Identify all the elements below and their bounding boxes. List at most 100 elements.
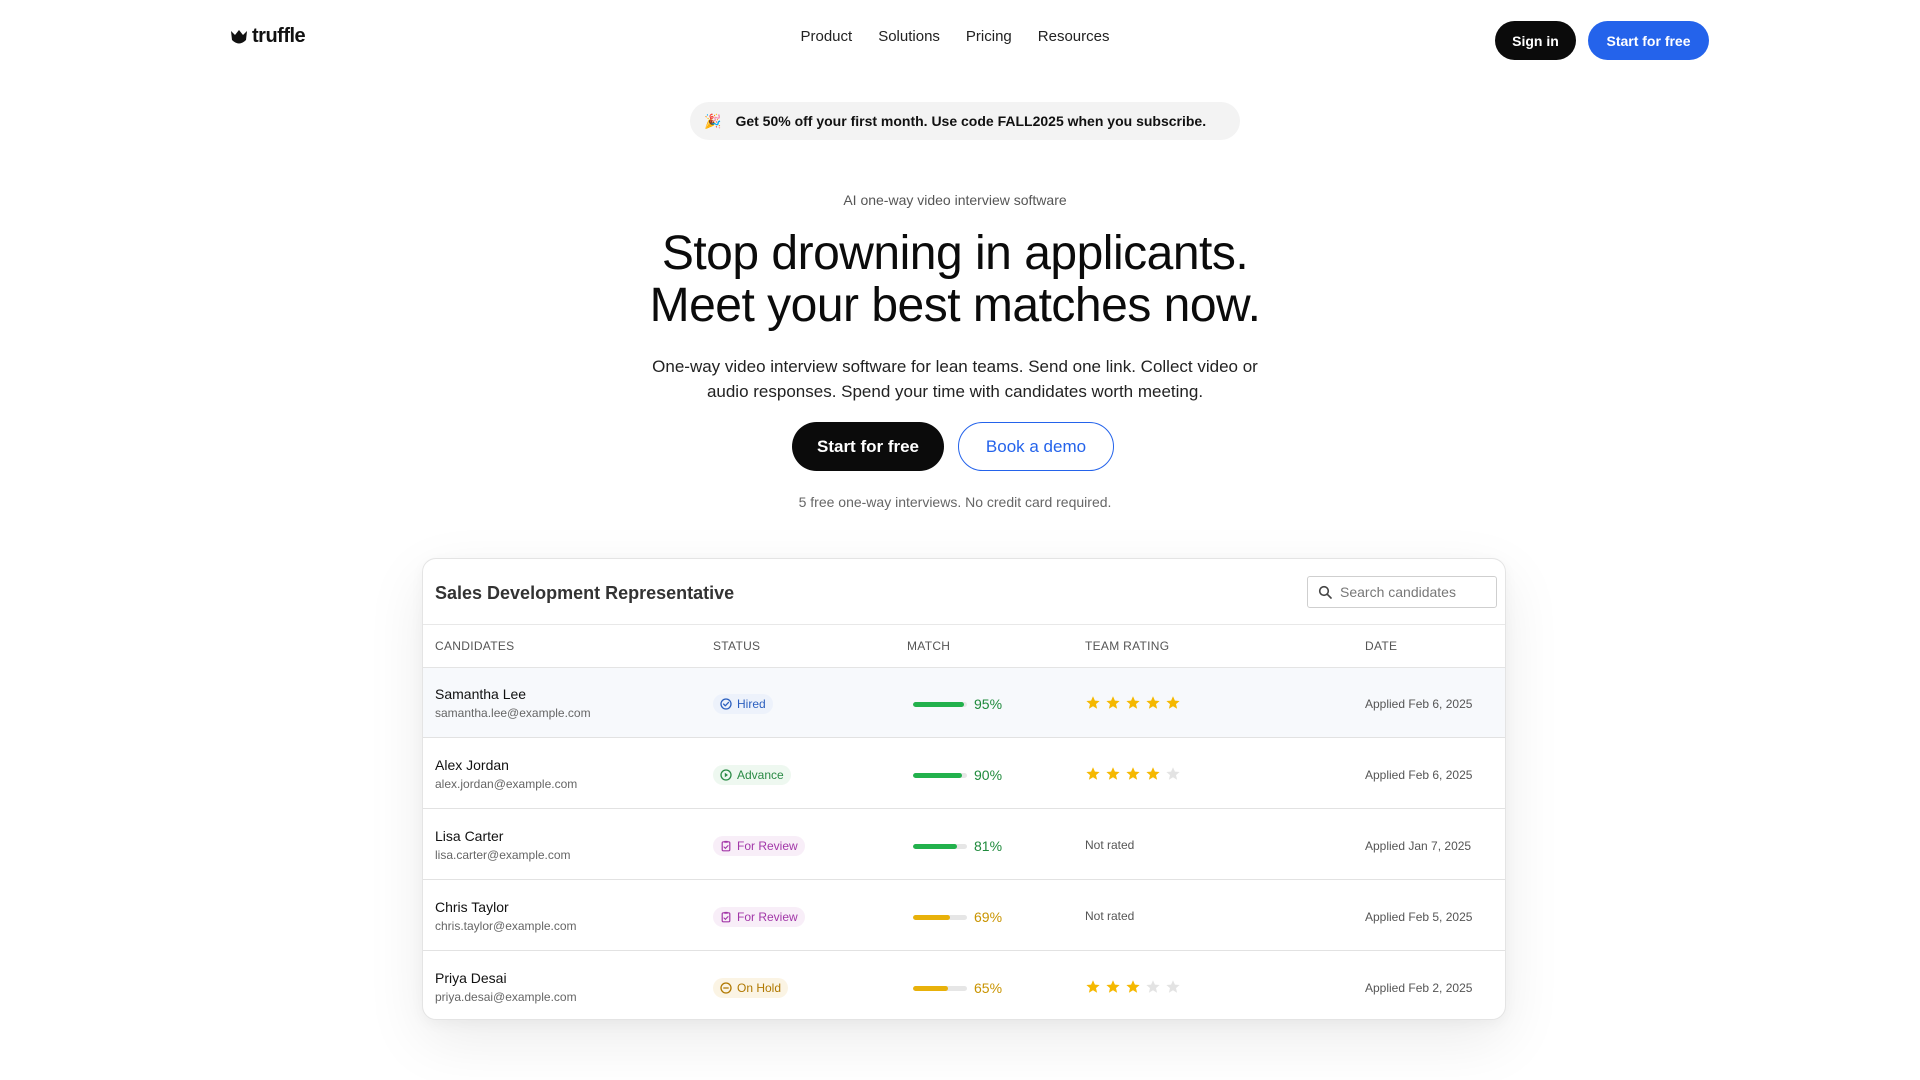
candidate-email: alex.jordan@example.com: [435, 777, 578, 791]
match-value: 65%: [974, 980, 1003, 996]
match-bar-fill: [913, 985, 949, 991]
promo-banner[interactable]: 🎉 Get 50% off your first month. Use code…: [690, 102, 1240, 140]
candidate-name[interactable]: Samantha Lee: [435, 686, 526, 702]
status-badge[interactable]: Advance: [713, 765, 791, 785]
hero-note: 5 free one-way interviews. No credit car…: [798, 494, 1112, 510]
promo-text: Get 50% off your first month. Use code F…: [735, 113, 1207, 129]
match-bar-fill: [913, 772, 962, 778]
sign-in-button[interactable]: Sign in: [1495, 21, 1576, 60]
match-value: 81%: [974, 838, 1003, 854]
match-bar-fill: [913, 914, 951, 920]
column-header-status[interactable]: STATUS: [713, 639, 760, 653]
book-demo-button[interactable]: Book a demo: [958, 422, 1114, 471]
hero-subheading-line-1: One-way video interview software for lea…: [652, 357, 1258, 376]
match-value: 90%: [974, 767, 1003, 783]
applied-date: Applied Feb 6, 2025: [1365, 697, 1473, 711]
team-rating-stars: [1085, 766, 1181, 782]
team-rating-stars: [1085, 979, 1181, 995]
star-filled-icon: [1106, 767, 1120, 780]
nav-link-pricing[interactable]: Pricing: [966, 28, 1012, 45]
check-circle-icon: [720, 698, 732, 710]
hero-eyebrow: AI one-way video interview software: [843, 192, 1067, 208]
applied-date: Applied Jan 7, 2025: [1365, 839, 1472, 853]
applied-date: Applied Feb 2, 2025: [1365, 981, 1473, 995]
applied-date: Applied Feb 5, 2025: [1365, 910, 1473, 924]
status-badge[interactable]: For Review: [713, 907, 805, 927]
column-header-team-rating[interactable]: TEAM RATING: [1085, 639, 1169, 653]
candidate-name[interactable]: Chris Taylor: [435, 899, 509, 915]
candidate-name[interactable]: Lisa Carter: [435, 828, 503, 844]
star-filled-icon: [1146, 767, 1160, 780]
match-score: 95%: [913, 696, 1002, 712]
hero-headline-line-1: Stop drowning in applicants.: [661, 227, 1249, 280]
star-empty-icon: [1166, 767, 1180, 780]
star-filled-icon: [1126, 767, 1140, 780]
nav-start-free-button[interactable]: Start for free: [1588, 21, 1709, 60]
candidate-email: priya.desai@example.com: [435, 990, 577, 1004]
hero-headline-line-2: Meet your best matches now.: [649, 279, 1261, 332]
job-title: Sales Development Representative: [435, 583, 735, 603]
column-header-date[interactable]: DATE: [1365, 639, 1397, 653]
status-badge[interactable]: For Review: [713, 836, 805, 856]
star-filled-icon: [1106, 980, 1120, 993]
star-filled-icon: [1126, 696, 1140, 709]
status-badge[interactable]: On Hold: [713, 978, 789, 998]
clipboard-check-icon: [721, 911, 731, 923]
search-box[interactable]: [1307, 576, 1497, 608]
candidate-email: chris.taylor@example.com: [435, 919, 577, 933]
match-score: 90%: [913, 767, 1002, 783]
applied-date: Applied Feb 6, 2025: [1365, 768, 1473, 782]
candidate-name[interactable]: Priya Desai: [435, 970, 507, 986]
match-bar: [913, 985, 967, 991]
search-icon: [1318, 585, 1332, 599]
table-row[interactable]: Alex Jordan alex.jordan@example.com Advanc…: [423, 739, 1505, 809]
star-filled-icon: [1086, 767, 1100, 780]
status-badge[interactable]: Hired: [713, 694, 773, 714]
nav-link-resources[interactable]: Resources: [1038, 28, 1110, 45]
match-bar: [913, 914, 967, 920]
play-circle-icon: [720, 769, 732, 781]
candidate-name[interactable]: Alex Jordan: [435, 757, 509, 773]
hero-start-free-button[interactable]: Start for free: [792, 422, 944, 471]
clipboard-check-icon: [721, 840, 731, 852]
match-bar: [913, 843, 967, 849]
star-filled-icon: [1106, 696, 1120, 709]
match-bar: [913, 772, 967, 778]
table-row[interactable]: Chris Taylor chris.taylor@example.com For …: [423, 881, 1505, 951]
candidates-card: Sales Development Representative CANDIDA…: [422, 558, 1506, 1020]
hero-headline: Stop drowning in applicants. Meet your b…: [0, 228, 1910, 332]
match-value: 95%: [974, 696, 1003, 712]
hero-subheading: One-way video interview software for lea…: [0, 354, 1910, 404]
match-bar-fill: [913, 843, 957, 849]
star-filled-icon: [1126, 980, 1140, 993]
match-score: 81%: [913, 838, 1002, 854]
top-nav: truffle Product Solutions Pricing Resour…: [0, 0, 1920, 80]
status-label: On Hold: [737, 981, 782, 995]
match-score: 69%: [913, 909, 1002, 925]
candidate-email: samantha.lee@example.com: [435, 706, 591, 720]
team-rating-text: Not rated: [1085, 909, 1135, 923]
match-score: 65%: [913, 980, 1002, 996]
match-bar: [913, 701, 967, 707]
party-popper-icon: 🎉: [704, 112, 722, 129]
column-header-match[interactable]: MATCH: [907, 639, 950, 653]
candidate-email: lisa.carter@example.com: [435, 848, 571, 862]
column-header-candidates[interactable]: CANDIDATES: [435, 639, 514, 653]
search-input[interactable]: [1340, 584, 1490, 600]
match-value: 69%: [974, 909, 1003, 925]
star-empty-icon: [1166, 980, 1180, 993]
status-label: For Review: [737, 910, 798, 924]
nav-link-solutions[interactable]: Solutions: [878, 28, 940, 45]
match-bar-fill: [913, 701, 965, 707]
star-filled-icon: [1146, 696, 1160, 709]
star-empty-icon: [1146, 980, 1160, 993]
status-label: For Review: [737, 839, 798, 853]
team-rating-text: Not rated: [1085, 838, 1135, 852]
nav-link-product[interactable]: Product: [801, 28, 853, 45]
table-row[interactable]: Priya Desai priya.desai@example.com On Hol…: [423, 952, 1505, 1019]
star-filled-icon: [1166, 696, 1180, 709]
team-rating-stars: [1085, 695, 1181, 711]
status-label: Hired: [737, 697, 766, 711]
table-row[interactable]: Samantha Lee samantha.lee@example.com Hire…: [423, 668, 1505, 738]
table-row[interactable]: Lisa Carter lisa.carter@example.com For Re…: [423, 810, 1505, 880]
